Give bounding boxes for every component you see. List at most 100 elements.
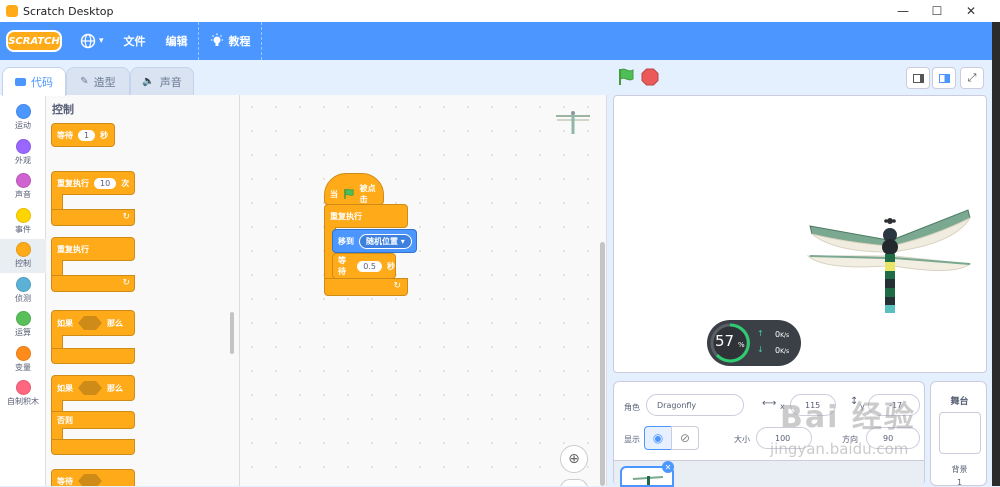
- block-when-flag-clicked[interactable]: 当 被点击: [324, 173, 384, 205]
- chevron-down-icon: ▾: [400, 236, 405, 246]
- stage-selector-panel[interactable]: 舞台 背景 1: [930, 381, 987, 487]
- block-wait-seconds[interactable]: 等待 1 秒: [51, 123, 115, 147]
- tutorials-menu[interactable]: 教程: [199, 22, 261, 60]
- cpu-percent-sign: %: [738, 341, 745, 349]
- block-wait-value[interactable]: 1: [78, 129, 96, 141]
- category-color-dot: [15, 207, 31, 223]
- block-if-then[interactable]: 如果 那么: [51, 310, 135, 336]
- block-repeat-value[interactable]: 10: [94, 177, 117, 189]
- block-else-row: 否则: [51, 411, 135, 429]
- category-label: 侦测: [15, 293, 31, 303]
- category-color-dot: [15, 138, 31, 154]
- boolean-slot[interactable]: [78, 474, 102, 486]
- tab-costumes[interactable]: ✎ 造型: [66, 67, 130, 95]
- language-menu[interactable]: ▾: [70, 22, 114, 60]
- palette-scrollbar[interactable]: [230, 312, 234, 354]
- loop-arrow-icon: ↻: [122, 278, 130, 288]
- boolean-slot[interactable]: [78, 381, 102, 395]
- minimize-button[interactable]: —: [886, 0, 920, 22]
- delete-sprite-icon[interactable]: ✕: [662, 461, 674, 473]
- green-flag-icon[interactable]: [616, 67, 636, 87]
- category-2[interactable]: 声音: [0, 170, 46, 204]
- palette-title: 控制: [52, 103, 74, 116]
- scratch-logo[interactable]: SCRATCH: [6, 30, 62, 52]
- green-flag-icon: [344, 188, 354, 199]
- size-label: 大小: [734, 435, 750, 444]
- block-goto-random[interactable]: 移到 随机位置 ▾: [332, 229, 417, 253]
- category-8[interactable]: 自制积木: [0, 377, 46, 411]
- stop-icon[interactable]: [641, 68, 659, 86]
- script-wait-label: 等待: [338, 256, 346, 276]
- hide-sprite-button[interactable]: ⊘: [671, 426, 699, 450]
- block-forever[interactable]: 重复执行: [51, 237, 135, 261]
- zoom-out-button[interactable]: [560, 479, 588, 486]
- sprite-name-input[interactable]: Dragonfly: [646, 394, 744, 416]
- close-button[interactable]: ✕: [954, 0, 988, 22]
- category-0[interactable]: 运动: [0, 101, 46, 135]
- category-color-dot: [15, 173, 31, 188]
- block-wait-until-label: 等待: [57, 476, 73, 486]
- block-repeat[interactable]: 重复执行 10 次: [51, 171, 135, 195]
- block-palette: 控制 等待 1 秒 重复执行 10 次 ↻ 重复执行 ↻ 如果 那么 如果 那么…: [46, 95, 240, 486]
- speaker-icon: 🔈: [142, 76, 155, 87]
- show-sprite-button[interactable]: ◉: [644, 426, 672, 450]
- hat-when-label: 当: [330, 189, 338, 199]
- category-1[interactable]: 外观: [0, 136, 46, 170]
- category-3[interactable]: 事件: [0, 205, 46, 239]
- edit-menu[interactable]: 编辑: [156, 22, 198, 60]
- category-color-dot: [15, 380, 31, 395]
- block-wait-script[interactable]: 等待 0.5 秒: [332, 253, 396, 279]
- category-label: 声音: [15, 190, 31, 199]
- maximize-button[interactable]: ☐: [920, 0, 954, 22]
- boolean-slot[interactable]: [78, 316, 102, 330]
- menu-bar: SCRATCH ▾ 文件 编辑 教程: [0, 22, 992, 60]
- fullscreen-button[interactable]: ⤢: [960, 67, 984, 89]
- script-wait-value[interactable]: 0.5: [357, 260, 382, 272]
- small-stage-icon: [912, 73, 924, 83]
- tab-sounds-label: 声音: [159, 75, 182, 89]
- backdrops-label: 背景: [951, 465, 968, 474]
- baidu-watermark: Bai 经验: [780, 400, 916, 435]
- category-color-dot: [15, 242, 31, 257]
- dragonfly-sprite[interactable]: [804, 208, 974, 324]
- globe-icon: [80, 33, 96, 49]
- block-forever-script[interactable]: 重复执行: [324, 204, 408, 228]
- chevron-down-icon: ▾: [99, 36, 104, 46]
- goto-target-value: 随机位置: [366, 236, 398, 246]
- stage-canvas[interactable]: [613, 95, 987, 373]
- small-stage-button[interactable]: [906, 67, 930, 89]
- large-stage-button[interactable]: [932, 67, 956, 89]
- paintbrush-icon: ✎: [80, 76, 89, 87]
- goto-target-dropdown[interactable]: 随机位置 ▾: [359, 233, 412, 249]
- block-forever-label: 重复执行: [57, 244, 89, 254]
- file-menu[interactable]: 文件: [114, 22, 156, 60]
- title-bar: Scratch Desktop — ☐ ✕: [0, 0, 1000, 22]
- eye-icon: ◉: [652, 431, 664, 445]
- category-6[interactable]: 运算: [0, 308, 46, 342]
- tab-sounds[interactable]: 🔈 声音: [130, 67, 194, 95]
- block-if-else[interactable]: 如果 那么: [51, 375, 135, 401]
- category-4[interactable]: 控制: [0, 239, 46, 273]
- tab-code[interactable]: 代码: [2, 67, 66, 96]
- baidu-watermark-url: jingyan.baidu.com: [770, 440, 909, 458]
- scratch-app-icon: [6, 5, 18, 17]
- x-arrows-icon: ⟷: [762, 398, 777, 409]
- block-if-label: 如果: [57, 318, 73, 328]
- block-repeat-unit: 次: [121, 178, 130, 188]
- sprite-label: 角色: [624, 403, 640, 412]
- code-workspace[interactable]: 当 被点击 重复执行 ↻ 移到 随机位置 ▾ 等待 0.5 秒 ⊕: [240, 95, 607, 486]
- category-7[interactable]: 变量: [0, 343, 46, 377]
- category-label: 事件: [15, 224, 31, 234]
- category-5[interactable]: 侦测: [0, 274, 46, 308]
- workspace-scrollbar[interactable]: [600, 242, 605, 486]
- block-repeat-arm: [51, 194, 63, 210]
- script-forever-label: 重复执行: [330, 211, 362, 221]
- tutorials-label: 教程: [228, 35, 251, 48]
- zoom-in-button[interactable]: ⊕: [560, 445, 588, 473]
- category-color-dot: [15, 104, 31, 119]
- stage-panel-title: 舞台: [950, 397, 969, 407]
- stage-thumbnail[interactable]: [939, 412, 981, 454]
- script-wait-unit: 秒: [387, 261, 395, 271]
- loop-arrow-icon: ↻: [122, 212, 130, 222]
- block-wait-until[interactable]: 等待: [51, 469, 135, 486]
